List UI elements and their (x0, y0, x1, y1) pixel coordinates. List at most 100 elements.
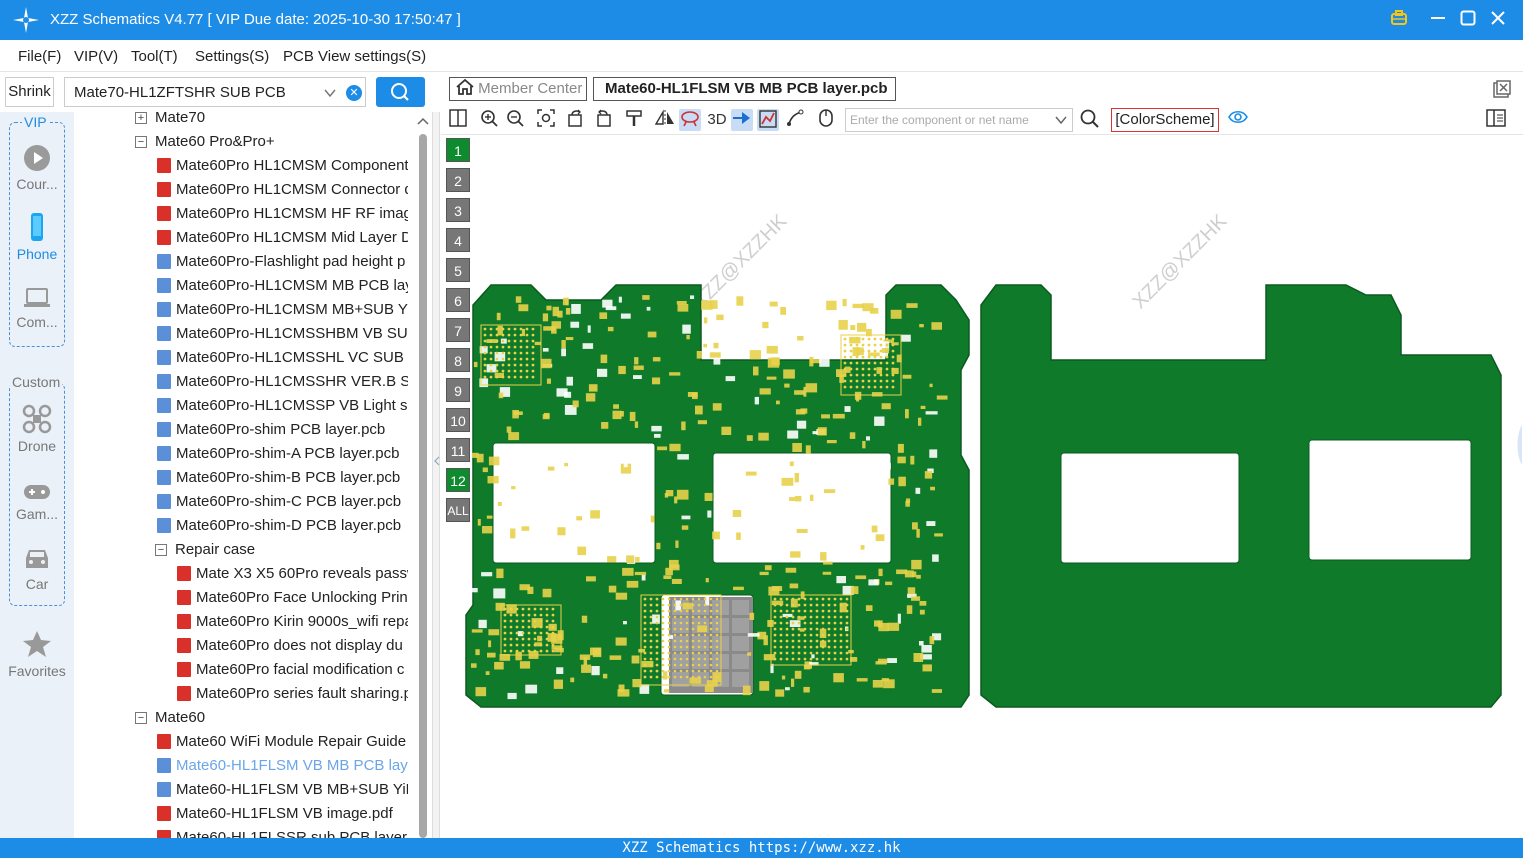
close-tab-icon[interactable] (1493, 80, 1511, 98)
tree-folder[interactable]: − Repair case (75, 538, 408, 562)
measure-line-icon[interactable] (784, 109, 806, 131)
tree-file[interactable]: Mate60Pro-HL1CMSSHL VC SUB P (75, 346, 408, 370)
tree-file[interactable]: Mate60 WiFi Module Repair Guide (75, 730, 408, 754)
menu-tool[interactable]: Tool(T) (131, 48, 178, 65)
tree-file[interactable]: Mate60Pro series fault sharing.p (75, 682, 408, 706)
tree-file[interactable]: Mate60-HL1FLSSR sub PCB layer.p (75, 826, 408, 838)
nav-favorites[interactable]: Favorites (0, 629, 74, 679)
tree-folder[interactable]: − Mate60 (75, 706, 408, 730)
tree-file[interactable]: Mate60Pro Face Unlocking Prin (75, 586, 408, 610)
tree-file[interactable]: Mate60Pro does not display du (75, 634, 408, 658)
tree-file[interactable]: Mate60Pro-HL1CMSM MB+SUB Yi (75, 298, 408, 322)
tree-file[interactable]: Mate60Pro-HL1CMSSHR VER.B SUI (75, 370, 408, 394)
chevron-down-icon[interactable] (1054, 114, 1068, 126)
tree-file[interactable]: Mate60-HL1FLSM VB MB+SUB YiD (75, 778, 408, 802)
nav-drone[interactable]: Drone (0, 404, 74, 454)
net-search-input[interactable]: Enter the component or net name (845, 108, 1073, 132)
format-brush-icon[interactable] (623, 109, 645, 131)
bga-ball (685, 663, 689, 667)
three-d-button[interactable]: 3D (705, 109, 729, 131)
mirror-icon[interactable] (654, 109, 676, 131)
tree-file[interactable]: Mate60Pro-HL1CMSM MB PCB lay (75, 274, 408, 298)
panel-splitter[interactable] (432, 112, 440, 838)
vip-briefcase-icon[interactable] (1388, 9, 1410, 31)
mouse-mode-icon[interactable] (815, 109, 837, 131)
bga-ball (815, 639, 819, 643)
menu-settings[interactable]: Settings(S) (195, 48, 269, 65)
tab-active-file[interactable]: Mate60-HL1FLSM VB MB PCB layer.pcb (593, 77, 896, 101)
zoom-in-icon[interactable] (478, 109, 500, 131)
rotate-left-icon[interactable] (565, 109, 587, 131)
pcb-board-view[interactable]: XZZ@XZZHK XZZ@XZZHK (441, 135, 1523, 838)
tree-folder[interactable]: + Mate70 (75, 108, 408, 130)
net-highlight-icon[interactable] (757, 109, 779, 131)
bga-ball (507, 363, 511, 367)
nav-computer[interactable]: Com... (0, 286, 74, 330)
collapse-left-icon[interactable] (434, 456, 440, 466)
expand-icon[interactable]: + (135, 112, 147, 125)
minimize-icon[interactable] (1427, 9, 1449, 31)
menu-file[interactable]: File(F) (18, 48, 61, 65)
bga-ball (891, 361, 895, 365)
tree-file[interactable]: Mate60Pro HL1CMSM Component (75, 154, 408, 178)
shrink-button[interactable]: Shrink (5, 77, 54, 107)
bga-ball (697, 645, 701, 649)
zoom-out-icon[interactable] (504, 109, 526, 131)
tab-member-center[interactable]: Member Center (449, 77, 587, 101)
rotate-right-icon[interactable] (592, 109, 614, 131)
menu-vip[interactable]: VIP(V) (74, 48, 118, 65)
split-view-icon[interactable] (447, 109, 469, 131)
chevron-down-icon[interactable] (323, 82, 337, 103)
bga-ball (891, 355, 895, 359)
tree-file[interactable]: Mate60Pro-shim PCB layer.pcb (75, 418, 408, 442)
nav-car[interactable]: Car (0, 546, 74, 592)
tree-file[interactable]: Mate60Pro-shim-B PCB layer.pcb (75, 466, 408, 490)
tree-file[interactable]: Mate X3 X5 60Pro reveals passw (75, 562, 408, 586)
fit-view-icon[interactable] (535, 109, 557, 131)
tree-scrollbar[interactable] (408, 114, 430, 838)
bga-ball (685, 675, 689, 679)
nav-game[interactable]: Gam... (0, 482, 74, 522)
tree-folder[interactable]: − Mate60 Pro&Pro+ (75, 130, 408, 154)
collapse-icon[interactable]: − (155, 544, 167, 557)
tree-file[interactable]: Mate60-HL1FLSM VB image.pdf (75, 802, 408, 826)
tree-file[interactable]: Mate60Pro-shim-A PCB layer.pcb (75, 442, 408, 466)
menu-pcb-view-settings[interactable]: PCB View settings(S) (283, 48, 426, 65)
bga-ball (791, 627, 795, 631)
file-search-value[interactable]: Mate70-HL1ZFTSHR SUB PCB (74, 84, 286, 101)
collapse-icon[interactable]: − (135, 136, 147, 149)
pcb-pad (608, 585, 617, 593)
clear-search-icon[interactable]: ✕ (346, 85, 362, 101)
collapse-icon[interactable]: − (135, 712, 147, 725)
side-panel-icon[interactable] (1485, 109, 1507, 131)
file-search-combo[interactable]: Mate70-HL1ZFTSHR SUB PCB ✕ (64, 77, 366, 107)
eye-icon[interactable] (1227, 109, 1249, 131)
tree-file[interactable]: Mate60Pro HL1CMSM Connector d (75, 178, 408, 202)
search-button[interactable] (376, 77, 425, 107)
tree-file[interactable]: Mate60Pro HL1CMSM HF RF image (75, 202, 408, 226)
tree-file[interactable]: Mate60Pro-HL1CMSSP VB Light se (75, 394, 408, 418)
tree-file[interactable]: Mate60Pro-Flashlight pad height p (75, 250, 408, 274)
tree-file[interactable]: Mate60Pro facial modification c (75, 658, 408, 682)
tree-file[interactable]: Mate60Pro-HL1CMSSHBM VB SUB (75, 322, 408, 346)
pin-highlight-icon[interactable] (731, 109, 753, 131)
probe-icon[interactable] (679, 109, 701, 131)
nav-courses[interactable]: Cour... (0, 144, 74, 192)
tree-file[interactable]: Mate60Pro-shim-D PCB layer.pcb (75, 514, 408, 538)
tree-file[interactable]: Mate60-HL1FLSM VB MB PCB laye (75, 754, 408, 778)
net-search-icon[interactable] (1079, 109, 1101, 131)
close-icon[interactable] (1487, 9, 1509, 31)
scrollbar-thumb[interactable] (419, 134, 427, 838)
nav-phone[interactable]: Phone (0, 212, 74, 262)
color-scheme-button[interactable]: [ColorScheme] (1111, 108, 1219, 132)
tree-file[interactable]: Mate60Pro Kirin 9000s_wifi repa (75, 610, 408, 634)
scroll-up-icon[interactable] (417, 116, 429, 126)
maximize-icon[interactable] (1457, 9, 1479, 31)
pcb-pad (471, 629, 483, 633)
collapse-right-icon[interactable] (1514, 425, 1522, 465)
tree-file[interactable]: Mate60Pro HL1CMSM Mid Layer D (75, 226, 408, 250)
pcb-canvas[interactable]: 1 2 3 4 5 6 7 8 9 10 11 12 ALL XZZ@XZZHK XZZ@XZZHK (441, 135, 1523, 838)
tree-file[interactable]: Mate60Pro-shim-C PCB layer.pcb (75, 490, 408, 514)
category-nav: VIP Cour... Phone Com... Custom Drone Ga… (0, 112, 74, 838)
bga-ball (643, 651, 647, 655)
